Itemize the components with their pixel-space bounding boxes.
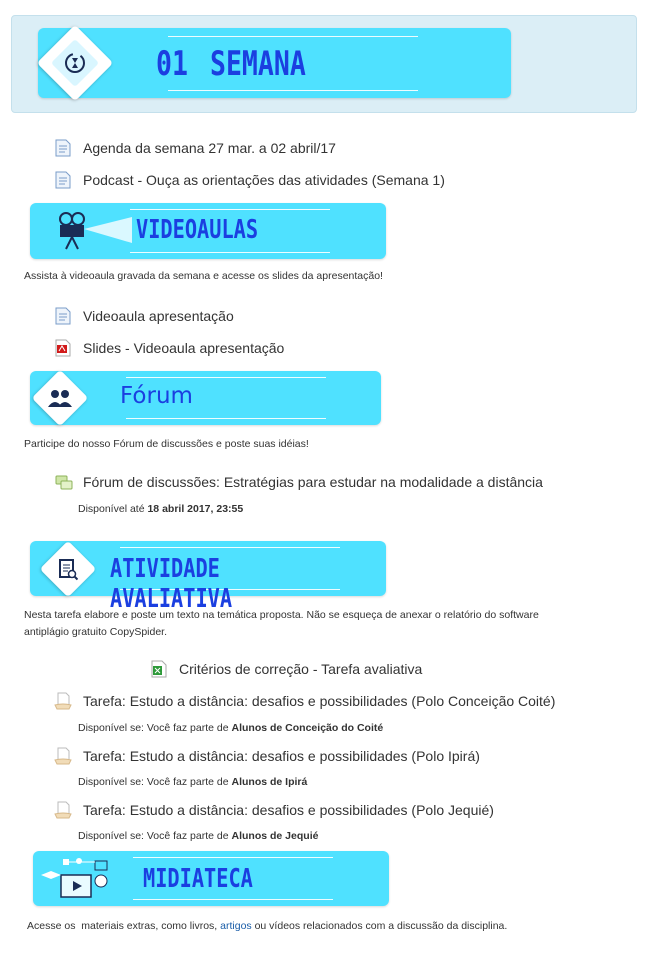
week-label: SEMANA	[210, 44, 306, 84]
forum-description: Participe do nosso Fórum de discussões e…	[24, 438, 309, 450]
page-icon	[55, 307, 71, 325]
assignment-icon	[54, 747, 72, 765]
forum-title: Fórum	[120, 383, 193, 409]
resource-link-agenda[interactable]: Agenda da semana 27 mar. a 02 abril/17	[83, 140, 336, 156]
spreadsheet-icon	[151, 660, 167, 678]
page-icon	[55, 139, 71, 157]
artigos-link[interactable]: artigos	[220, 920, 252, 932]
week-banner: 01 SEMANA	[36, 24, 511, 102]
forum-icon	[55, 475, 73, 490]
week-number: 01	[156, 44, 188, 84]
resource-link-tarefa-jequie[interactable]: Tarefa: Estudo a distância: desafios e p…	[83, 802, 494, 818]
pdf-icon	[55, 339, 71, 357]
resource-link-criterios[interactable]: Critérios de correção - Tarefa avaliativ…	[179, 661, 422, 677]
clipboard-search-icon	[52, 553, 84, 585]
tarefa-ipira-availability: Disponível se: Você faz parte de Alunos …	[78, 776, 308, 788]
forum-availability: Disponível até 18 abril 2017, 23:55	[78, 503, 244, 515]
page-icon	[55, 171, 71, 189]
forum-banner: Fórum	[30, 369, 381, 427]
tarefa-jequie-availability: Disponível se: Você faz parte de Alunos …	[78, 830, 319, 842]
users-icon	[44, 382, 76, 414]
atividade-description: Nesta tarefa elabore e poste um texto na…	[24, 609, 539, 638]
resource-link-videoaula[interactable]: Videoaula apresentação	[83, 308, 234, 324]
resource-link-tarefa-ipira[interactable]: Tarefa: Estudo a distância: desafios e p…	[83, 748, 480, 764]
videoaulas-banner: VIDEOAULAS	[30, 203, 386, 259]
assignment-icon	[54, 801, 72, 819]
atividade-title: ATIVIDADE AVALIATIVA	[110, 554, 233, 614]
assignment-icon	[54, 692, 72, 710]
midiateca-banner: MIDIATECA	[33, 851, 389, 906]
resource-link-slides[interactable]: Slides - Videoaula apresentação	[83, 340, 284, 356]
media-icon	[39, 853, 115, 903]
midiateca-description: Acesse os materiais extras, como livros,…	[27, 920, 508, 932]
tarefa-coite-availability: Disponível se: Você faz parte de Alunos …	[78, 722, 384, 734]
videoaulas-description: Assista à videoaula gravada da semana e …	[24, 270, 383, 282]
midiateca-title: MIDIATECA	[143, 864, 253, 894]
resource-link-forum[interactable]: Fórum de discussões: Estratégias para es…	[83, 474, 543, 490]
videoaulas-title: VIDEOAULAS	[136, 215, 259, 245]
resource-link-tarefa-coite[interactable]: Tarefa: Estudo a distância: desafios e p…	[83, 693, 555, 709]
atividade-banner: ATIVIDADE AVALIATIVA	[30, 540, 386, 614]
hourglass-icon	[60, 48, 90, 78]
projector-icon	[54, 209, 134, 253]
resource-link-podcast[interactable]: Podcast - Ouça as orientações das ativid…	[83, 172, 445, 188]
